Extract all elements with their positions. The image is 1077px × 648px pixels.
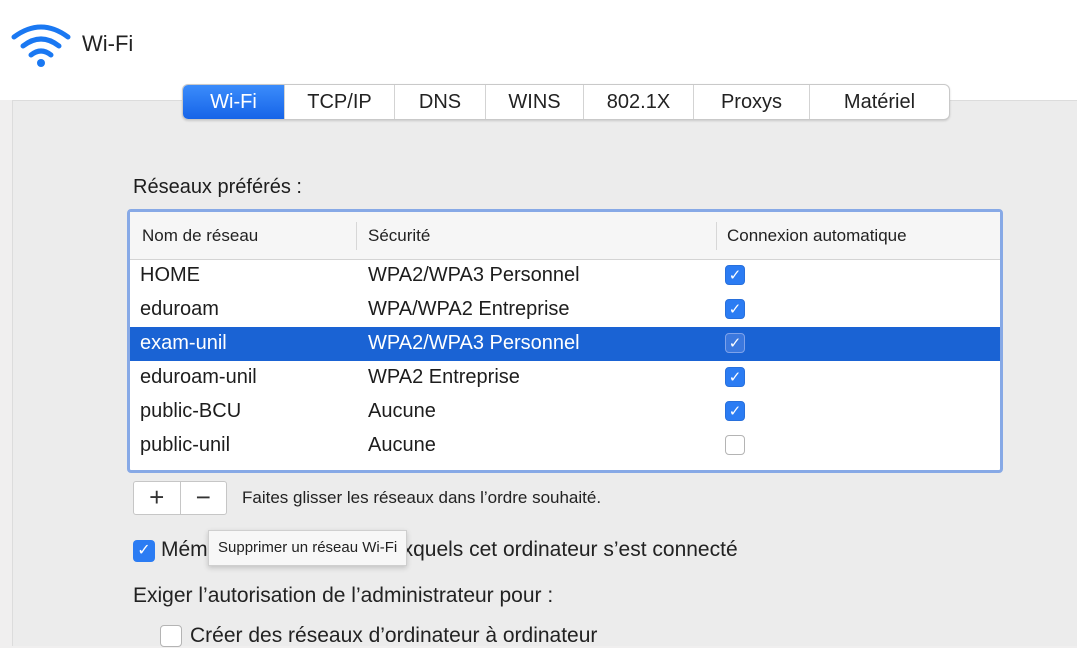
- table-row[interactable]: eduroam WPA/WPA2 Entreprise ✓: [130, 293, 1000, 327]
- remove-network-button[interactable]: −: [179, 482, 227, 514]
- page-title: Wi-Fi: [82, 31, 134, 56]
- tab-materiel[interactable]: Matériel: [810, 85, 949, 119]
- computer-to-computer-label[interactable]: Créer des réseaux d’ordinateur à ordinat…: [190, 624, 597, 648]
- table-row[interactable]: eduroam-unil WPA2 Entreprise ✓: [130, 361, 1000, 395]
- remove-network-tooltip: Supprimer un réseau Wi-Fi: [208, 530, 408, 566]
- auto-join-checkbox[interactable]: ✓: [725, 333, 745, 353]
- network-name: eduroam: [140, 298, 219, 320]
- tab-dns[interactable]: DNS: [395, 85, 486, 119]
- column-header-auto-join[interactable]: Connexion automatique: [727, 226, 907, 246]
- tab-wins[interactable]: WINS: [486, 85, 584, 119]
- auto-join-checkbox[interactable]: ✓: [725, 265, 745, 285]
- add-remove-buttons: + −: [133, 481, 227, 515]
- network-name: eduroam-unil: [140, 366, 257, 388]
- network-name: HOME: [140, 264, 200, 286]
- column-header-name[interactable]: Nom de réseau: [142, 226, 258, 246]
- tab-bar: Wi-Fi TCP/IP DNS WINS 802.1X Proxys Maté…: [182, 84, 950, 120]
- network-security: WPA2/WPA3 Personnel: [368, 332, 580, 354]
- column-header-security[interactable]: Sécurité: [368, 226, 430, 246]
- table-row-selected[interactable]: exam-unil WPA2/WPA3 Personnel ✓: [130, 327, 1000, 361]
- network-security: WPA2/WPA3 Personnel: [368, 264, 580, 286]
- auto-join-checkbox[interactable]: ✓: [725, 367, 745, 387]
- auto-join-checkbox[interactable]: ✓: [725, 299, 745, 319]
- network-security: Aucune: [368, 434, 436, 456]
- network-security: Aucune: [368, 400, 436, 422]
- table-row[interactable]: public-unil Aucune: [130, 429, 1000, 463]
- reorder-hint: Faites glisser les réseaux dans l’ordre …: [242, 488, 602, 507]
- remember-networks-checkbox[interactable]: ✓: [133, 540, 155, 562]
- table-row[interactable]: HOME WPA2/WPA3 Personnel ✓: [130, 259, 1000, 293]
- wifi-icon: [11, 24, 71, 67]
- tab-8021x[interactable]: 802.1X: [584, 85, 694, 119]
- admin-auth-label: Exiger l’autorisation de l’administrateu…: [133, 584, 554, 607]
- auto-join-checkbox[interactable]: [725, 435, 745, 455]
- preferred-networks-label: Réseaux préférés :: [133, 176, 302, 198]
- network-name: public-unil: [140, 434, 231, 456]
- column-divider: [356, 222, 357, 250]
- tab-proxys[interactable]: Proxys: [694, 85, 810, 119]
- network-security: WPA2 Entreprise: [368, 366, 520, 388]
- tab-wifi[interactable]: Wi-Fi: [183, 85, 285, 119]
- add-network-button[interactable]: +: [134, 482, 180, 514]
- table-header: Nom de réseau Sécurité Connexion automat…: [130, 212, 1000, 260]
- network-name: public-BCU: [140, 400, 242, 422]
- table-row[interactable]: public-BCU Aucune ✓: [130, 395, 1000, 429]
- network-name: exam-unil: [140, 332, 227, 354]
- auto-join-checkbox[interactable]: ✓: [725, 401, 745, 421]
- network-security: WPA/WPA2 Entreprise: [368, 298, 570, 320]
- networks-table[interactable]: Nom de réseau Sécurité Connexion automat…: [127, 209, 1003, 473]
- column-divider: [716, 222, 717, 250]
- computer-to-computer-checkbox[interactable]: [160, 625, 182, 647]
- tab-tcpip[interactable]: TCP/IP: [285, 85, 395, 119]
